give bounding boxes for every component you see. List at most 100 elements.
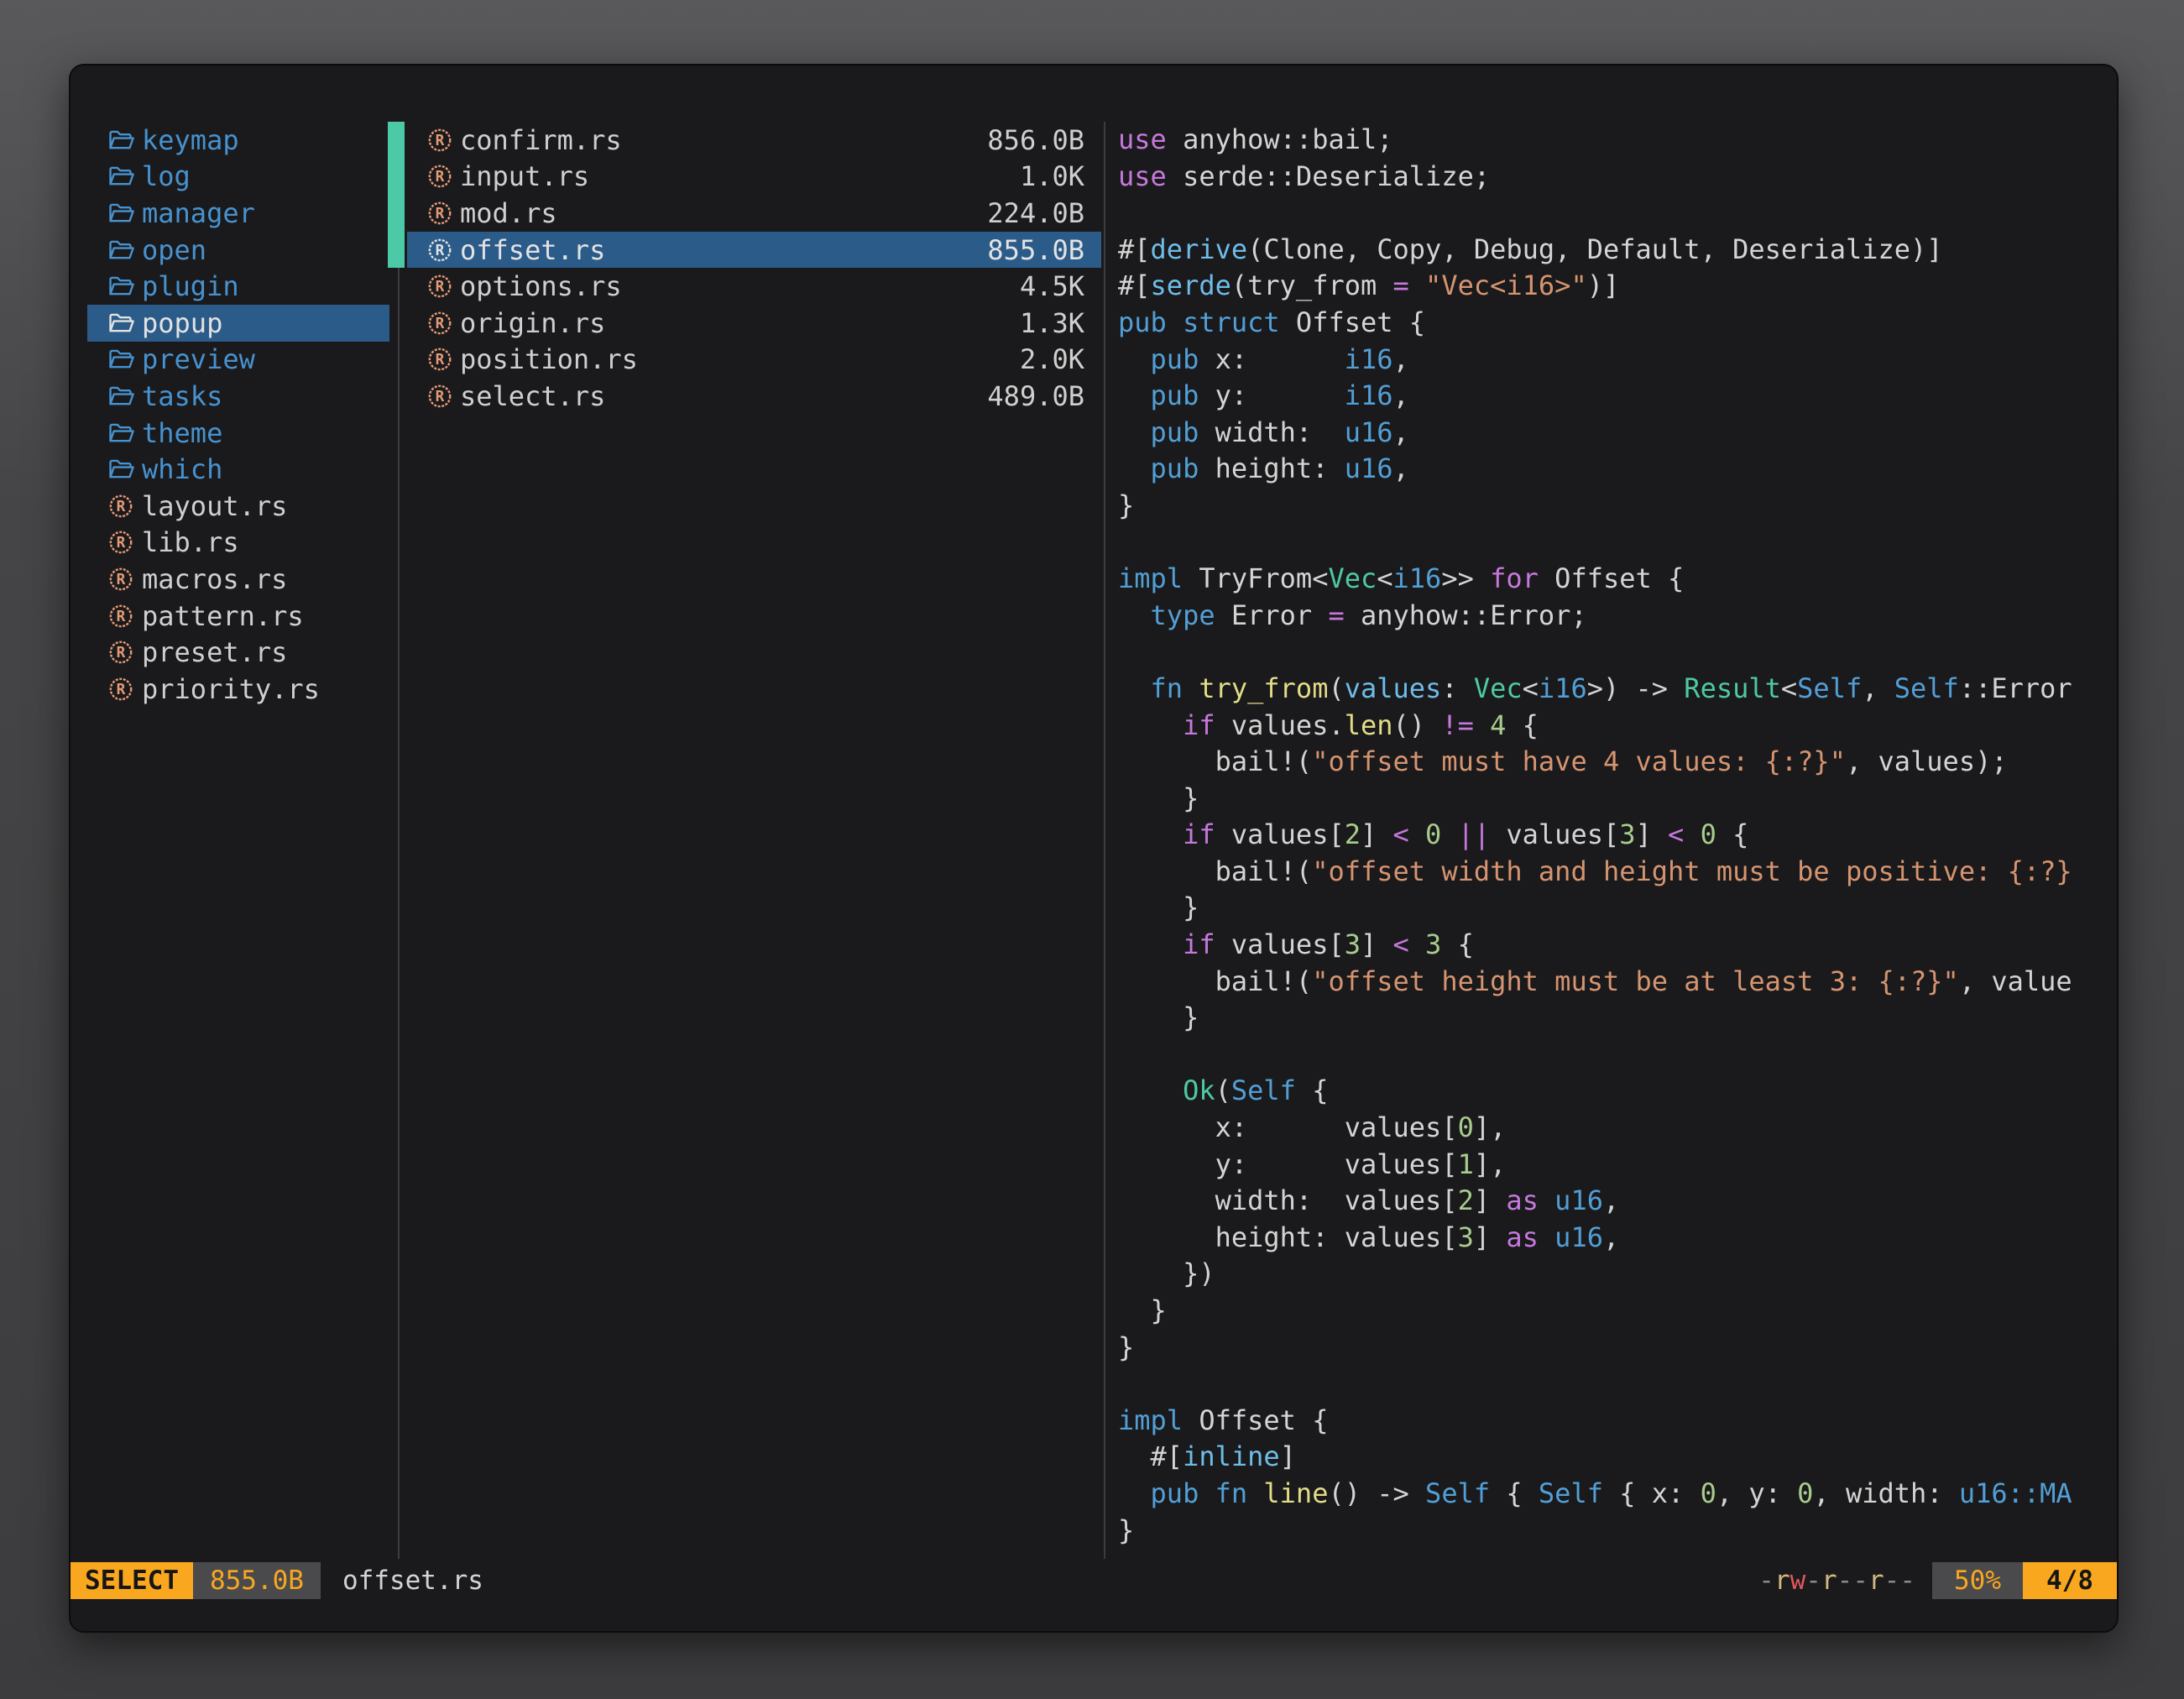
- sidebar-item-macros-rs[interactable]: Rmacros.rs: [87, 561, 389, 598]
- file-row-origin-rs[interactable]: Rorigin.rs 1.3K: [388, 305, 1101, 342]
- file-size: 856.0B: [987, 124, 1084, 156]
- rust-file-icon: R: [107, 675, 135, 703]
- file-size: 1.0K: [1020, 160, 1084, 192]
- code-line: if values[3] < 3 {: [1118, 927, 2119, 964]
- file-row-mod-rs[interactable]: Rmod.rs224.0B: [388, 195, 1101, 232]
- file-row-inner: Roffset.rs 855.0B: [407, 232, 1101, 269]
- code-line: height: values[3] as u16,: [1118, 1220, 2119, 1257]
- selected-file-name: offset.rs: [342, 1562, 483, 1599]
- code-line: [1118, 634, 2119, 671]
- folder-open-icon: [107, 162, 135, 191]
- file-row-inner: Roptions.rs4.5K: [407, 268, 1101, 305]
- sidebar-item-preset-rs[interactable]: Rpreset.rs: [87, 634, 389, 671]
- file-name: select.rs: [460, 380, 605, 412]
- sidebar-item-label: theme: [142, 417, 222, 449]
- sidebar-item-label: plugin: [142, 270, 239, 302]
- rust-file-icon: R: [426, 309, 454, 337]
- sidebar-item-log[interactable]: log: [87, 159, 389, 196]
- code-line: }: [1118, 890, 2119, 927]
- code-line: Ok(Self {: [1118, 1073, 2119, 1110]
- code-line: bail!("offset must have 4 values: {:?}",…: [1118, 744, 2119, 781]
- code-line: bail!("offset width and height must be p…: [1118, 854, 2119, 891]
- code-line: }: [1118, 1330, 2119, 1367]
- sidebar-item-manager[interactable]: manager: [87, 195, 389, 232]
- code-line: }): [1118, 1256, 2119, 1293]
- file-row-options-rs[interactable]: Roptions.rs4.5K: [388, 268, 1101, 305]
- rust-file-icon: R: [426, 199, 454, 227]
- sidebar-item-which[interactable]: which: [87, 451, 389, 488]
- code-line: }: [1118, 1293, 2119, 1330]
- svg-text:R: R: [436, 170, 445, 186]
- sidebar-item-label: which: [142, 453, 222, 485]
- code-line: bail!("offset height must be at least 3:…: [1118, 964, 2119, 1001]
- sidebar-item-tasks[interactable]: tasks: [87, 378, 389, 415]
- sidebar-item-open[interactable]: open: [87, 232, 389, 269]
- code-line: use serde::Deserialize;: [1118, 159, 2119, 196]
- sidebar-item-label: popup: [142, 307, 222, 339]
- code-line: #[serde(try_from = "Vec<i16>")]: [1118, 268, 2119, 305]
- file-name: input.rs: [460, 160, 589, 192]
- sidebar-item-preview[interactable]: preview: [87, 342, 389, 379]
- svg-text:R: R: [436, 279, 445, 295]
- sidebar-item-pattern-rs[interactable]: Rpattern.rs: [87, 598, 389, 635]
- visual-select-marker: [388, 232, 405, 269]
- code-line: pub y: i16,: [1118, 378, 2119, 415]
- svg-text:R: R: [117, 536, 126, 552]
- svg-text:R: R: [436, 133, 445, 149]
- sidebar-item-plugin[interactable]: plugin: [87, 268, 389, 305]
- code-line: #[inline]: [1118, 1439, 2119, 1476]
- folder-open-icon: [107, 126, 135, 154]
- rust-file-icon: R: [426, 162, 454, 191]
- sidebar-item-label: pattern.rs: [142, 600, 304, 632]
- code-line: type Error = anyhow::Error;: [1118, 598, 2119, 635]
- sidebar-item-priority-rs[interactable]: Rpriority.rs: [87, 671, 389, 708]
- svg-text:R: R: [436, 243, 445, 259]
- code-line: pub x: i16,: [1118, 342, 2119, 379]
- sidebar-item-label: lib.rs: [142, 526, 239, 558]
- sidebar-item-theme[interactable]: theme: [87, 415, 389, 452]
- svg-text:R: R: [117, 645, 126, 661]
- file-row-position-rs[interactable]: Rposition.rs2.0K: [388, 342, 1101, 379]
- cursor-position-badge: 4/8: [2023, 1562, 2117, 1599]
- file-row-input-rs[interactable]: Rinput.rs 1.0K: [388, 159, 1101, 196]
- rust-file-icon: R: [426, 236, 454, 264]
- code-line: [1118, 525, 2119, 562]
- sidebar-item-layout-rs[interactable]: Rlayout.rs: [87, 488, 389, 525]
- file-size: 855.0B: [987, 234, 1084, 266]
- svg-text:R: R: [117, 682, 126, 698]
- file-name: origin.rs: [460, 307, 605, 339]
- file-row-confirm-rs[interactable]: Rconfirm.rs856.0B: [388, 122, 1101, 159]
- file-row-select-rs[interactable]: Rselect.rs489.0B: [388, 378, 1101, 415]
- folder-open-icon: [107, 236, 135, 264]
- code-line: pub struct Offset {: [1118, 305, 2119, 342]
- code-line: fn try_from(values: Vec<i16>) -> Result<…: [1118, 671, 2119, 708]
- code-line: }: [1118, 1000, 2119, 1037]
- mode-badge: SELECT: [71, 1562, 193, 1599]
- file-row-inner: Rinput.rs 1.0K: [407, 159, 1101, 196]
- folder-open-icon: [107, 199, 135, 227]
- sidebar-item-label: layout.rs: [142, 490, 287, 522]
- sidebar-item-keymap[interactable]: keymap: [87, 122, 389, 159]
- code-line: use anyhow::bail;: [1118, 122, 2119, 159]
- file-row-offset-rs[interactable]: Roffset.rs 855.0B: [388, 232, 1101, 269]
- folder-open-icon: [107, 309, 135, 337]
- svg-text:R: R: [117, 499, 126, 515]
- code-line: if values.len() != 4 {: [1118, 708, 2119, 745]
- visual-select-marker: [388, 122, 405, 159]
- code-line: [1118, 1366, 2119, 1403]
- code-line: width: values[2] as u16,: [1118, 1183, 2119, 1220]
- svg-text:R: R: [436, 353, 445, 369]
- sidebar-item-label: manager: [142, 197, 255, 229]
- code-line: [1118, 1037, 2119, 1074]
- file-name: offset.rs: [460, 234, 605, 266]
- sidebar-item-label: tasks: [142, 380, 222, 412]
- selected-file-size: 855.0B: [193, 1562, 321, 1599]
- sidebar-item-label: log: [142, 160, 191, 192]
- code-line: #[derive(Clone, Copy, Debug, Default, De…: [1118, 232, 2119, 269]
- rust-file-icon: R: [107, 492, 135, 520]
- sidebar-item-label: open: [142, 234, 206, 266]
- code-line: y: values[1],: [1118, 1147, 2119, 1184]
- sidebar-item-popup[interactable]: popup: [87, 305, 389, 342]
- file-size: 1.3K: [1020, 307, 1084, 339]
- sidebar-item-lib-rs[interactable]: Rlib.rs: [87, 525, 389, 562]
